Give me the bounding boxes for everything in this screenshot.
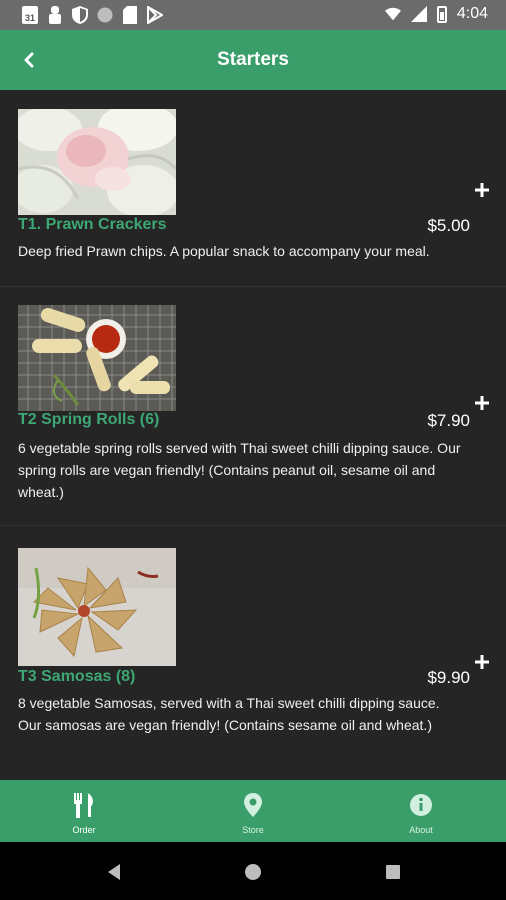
item-name: T1. Prawn Crackers <box>18 216 167 233</box>
menu-list: T1. Prawn Crackers $5.00 Deep fried Praw… <box>0 90 506 782</box>
list-item[interactable]: T3 Samosas (8) $9.90 8 vegetable Samosas… <box>0 526 506 782</box>
item-name: T3 Samosas (8) <box>18 668 136 685</box>
spring-rolls-image <box>18 305 176 411</box>
system-nav-bar <box>0 842 506 900</box>
plus-icon <box>475 183 489 197</box>
chevron-left-icon <box>24 52 34 68</box>
nav-order[interactable]: Order <box>24 780 144 842</box>
sd-card-icon <box>122 6 138 24</box>
signal-icon <box>410 5 427 23</box>
nav-about-label: About <box>409 825 433 835</box>
circle-icon <box>97 6 113 24</box>
status-time: 4:04 <box>456 5 488 22</box>
shield-icon <box>72 6 88 24</box>
system-back-button[interactable] <box>104 862 124 882</box>
nav-about[interactable]: About <box>361 780 481 842</box>
add-item-button[interactable] <box>474 654 490 670</box>
item-price: $9.90 <box>427 668 470 687</box>
add-item-button[interactable] <box>474 182 490 198</box>
list-item[interactable]: T2 Spring Rolls (6) $7.90 6 vegetable sp… <box>0 287 506 526</box>
system-recents-button[interactable] <box>383 862 403 882</box>
samosas-image <box>18 548 176 666</box>
triangle-back-icon <box>108 864 120 880</box>
location-pin-icon <box>244 793 262 817</box>
back-button[interactable] <box>16 46 44 74</box>
item-price: $7.90 <box>427 411 470 430</box>
calendar-icon: 31 <box>22 6 38 24</box>
wifi-icon <box>384 5 401 23</box>
item-description: 6 vegetable spring rolls served with Tha… <box>18 440 461 500</box>
nav-store[interactable]: Store <box>193 780 313 842</box>
bottom-nav: Order Store About <box>0 780 506 842</box>
item-name: T2 Spring Rolls (6) <box>18 411 160 428</box>
plus-icon <box>475 396 489 410</box>
plus-icon <box>475 655 489 669</box>
nav-store-label: Store <box>242 825 264 835</box>
circle-home-icon <box>245 864 261 880</box>
fork-knife-icon <box>74 793 93 818</box>
system-home-button[interactable] <box>243 862 263 882</box>
play-store-icon <box>147 6 163 24</box>
item-description: Deep fried Prawn chips. A popular snack … <box>18 243 430 259</box>
bug-icon <box>47 6 63 24</box>
nav-order-label: Order <box>72 825 96 835</box>
app-bar: Starters <box>0 30 506 90</box>
calendar-day: 31 <box>24 13 35 23</box>
prawn-crackers-image <box>18 109 176 215</box>
item-price: $5.00 <box>427 216 470 235</box>
info-icon <box>410 794 432 816</box>
square-recents-icon <box>386 865 400 879</box>
list-item[interactable]: T1. Prawn Crackers $5.00 Deep fried Praw… <box>0 90 506 287</box>
item-description: 8 vegetable Samosas, served with a Thai … <box>18 695 440 733</box>
page-title: Starters <box>217 49 289 70</box>
add-item-button[interactable] <box>474 395 490 411</box>
status-bar: 31 4:04 <box>0 0 506 30</box>
battery-icon <box>436 5 447 23</box>
